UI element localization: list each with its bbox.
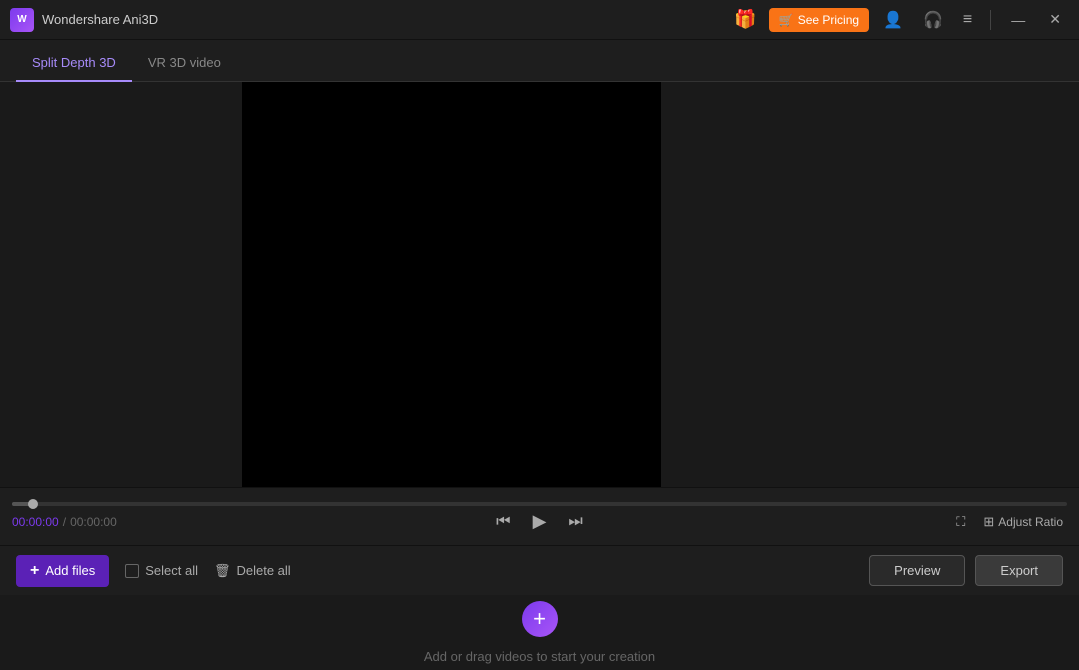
adjust-ratio-icon: ⊞: [983, 514, 994, 530]
adjust-ratio-label: Adjust Ratio: [998, 515, 1063, 529]
left-panel: [0, 82, 242, 487]
see-pricing-button[interactable]: 🛒 See Pricing: [769, 8, 869, 32]
titlebar-divider: [990, 10, 991, 30]
titlebar-right: 🎁 🛒 See Pricing 👤 🎧 ≡ — ✕: [730, 5, 1069, 34]
time-separator: /: [63, 515, 66, 529]
timeline[interactable]: [0, 502, 1079, 506]
tabbar: Split Depth 3D VR 3D video: [0, 40, 1079, 82]
fullscreen-button[interactable]: ⛶: [952, 512, 969, 532]
play-button[interactable]: ▶: [529, 509, 551, 534]
app-logo: W: [10, 8, 34, 32]
logo-text: W: [17, 14, 26, 25]
menu-button[interactable]: ≡: [957, 7, 978, 33]
delete-all-wrap[interactable]: 🗑 Delete all: [214, 563, 291, 579]
select-all-wrap[interactable]: Select all: [125, 563, 198, 578]
app-title: Wondershare Ani3D: [42, 12, 730, 27]
account-button[interactable]: 👤: [877, 6, 909, 34]
delete-all-label: Delete all: [236, 563, 290, 578]
adjust-ratio-button[interactable]: ⊞ Adjust Ratio: [979, 512, 1067, 532]
skip-back-button[interactable]: ⏮: [492, 511, 514, 533]
time-total: 00:00:00: [70, 515, 117, 529]
tab-vr-3d-video[interactable]: VR 3D video: [132, 45, 237, 82]
preview-button[interactable]: Preview: [869, 555, 965, 586]
time-display: 00:00:00 / 00:00:00: [12, 515, 952, 529]
main-content: 00:00:00 / 00:00:00 ⏮ ▶ ⏭ ⛶ ⊞ Adjust Rat…: [0, 82, 1079, 670]
timeline-thumb: [28, 499, 38, 509]
select-all-label: Select all: [145, 563, 198, 578]
select-all-checkbox[interactable]: [125, 564, 139, 578]
headphone-button[interactable]: 🎧: [917, 6, 949, 34]
playback-section: 00:00:00 / 00:00:00 ⏮ ▶ ⏭ ⛶ ⊞ Adjust Rat…: [0, 487, 1079, 545]
minimize-button[interactable]: —: [1003, 8, 1033, 32]
add-files-icon: +: [30, 562, 39, 580]
delete-icon: 🗑: [214, 563, 231, 579]
right-controls: ⛶ ⊞ Adjust Ratio: [952, 512, 1067, 532]
preview-section: [0, 82, 1079, 487]
export-button[interactable]: Export: [975, 555, 1063, 586]
add-circle-button[interactable]: +: [522, 601, 558, 637]
toolbar: + Add files Select all 🗑 Delete all Prev…: [0, 545, 1079, 595]
cart-icon: 🛒: [779, 13, 794, 27]
tab-split-depth-3d[interactable]: Split Depth 3D: [16, 45, 132, 82]
add-files-label: Add files: [45, 563, 95, 578]
playback-buttons: ⏮ ▶ ⏭: [492, 509, 587, 534]
drop-zone-message: Add or drag videos to start your creatio…: [424, 649, 655, 664]
playback-controls-row: 00:00:00 / 00:00:00 ⏮ ▶ ⏭ ⛶ ⊞ Adjust Rat…: [0, 512, 1079, 532]
toolbar-right: Preview Export: [869, 555, 1063, 586]
video-canvas: [242, 82, 661, 487]
close-button[interactable]: ✕: [1041, 7, 1069, 32]
titlebar: W Wondershare Ani3D 🎁 🛒 See Pricing 👤 🎧 …: [0, 0, 1079, 40]
skip-forward-button[interactable]: ⏭: [564, 511, 586, 533]
gift-button[interactable]: 🎁: [730, 5, 760, 34]
time-current: 00:00:00: [12, 515, 59, 529]
see-pricing-label: See Pricing: [798, 13, 859, 27]
timeline-track[interactable]: [12, 502, 1067, 506]
right-panel: [661, 82, 1079, 487]
drop-zone[interactable]: + Add or drag videos to start your creat…: [0, 595, 1079, 670]
add-files-button[interactable]: + Add files: [16, 555, 109, 587]
